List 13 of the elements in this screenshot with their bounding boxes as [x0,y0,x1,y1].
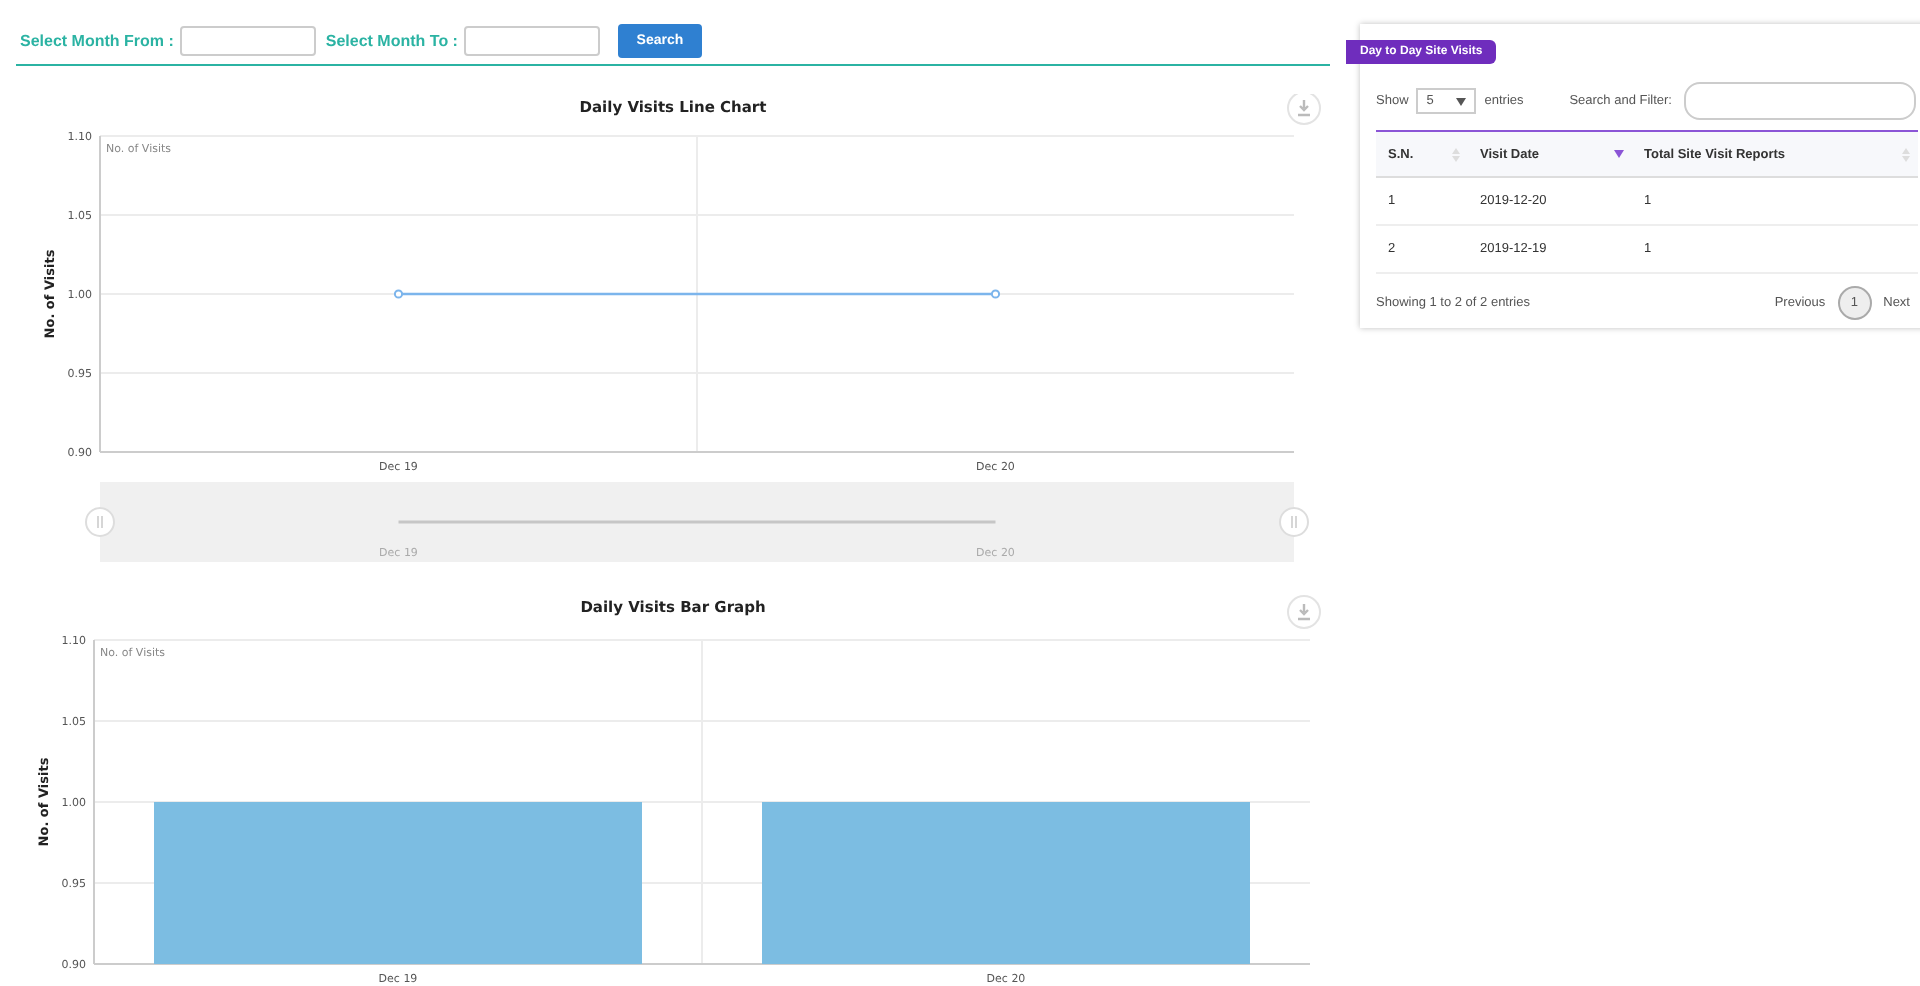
download-button[interactable] [1287,94,1321,125]
search-field[interactable] [1684,82,1916,120]
month-from-label: Select Month From : [20,32,174,50]
data-point [990,289,1001,299]
month-to-label: Select Month To : [325,32,458,50]
navigator-handle[interactable] [85,507,115,537]
navigator-handle[interactable] [1279,507,1309,537]
download-button[interactable] [1287,595,1321,629]
caret-icon [1456,97,1467,105]
month-from-field[interactable] [179,26,316,56]
data-point [393,289,404,299]
sort-descending-icon[interactable] [1614,150,1624,158]
month-to-field[interactable] [463,26,600,56]
